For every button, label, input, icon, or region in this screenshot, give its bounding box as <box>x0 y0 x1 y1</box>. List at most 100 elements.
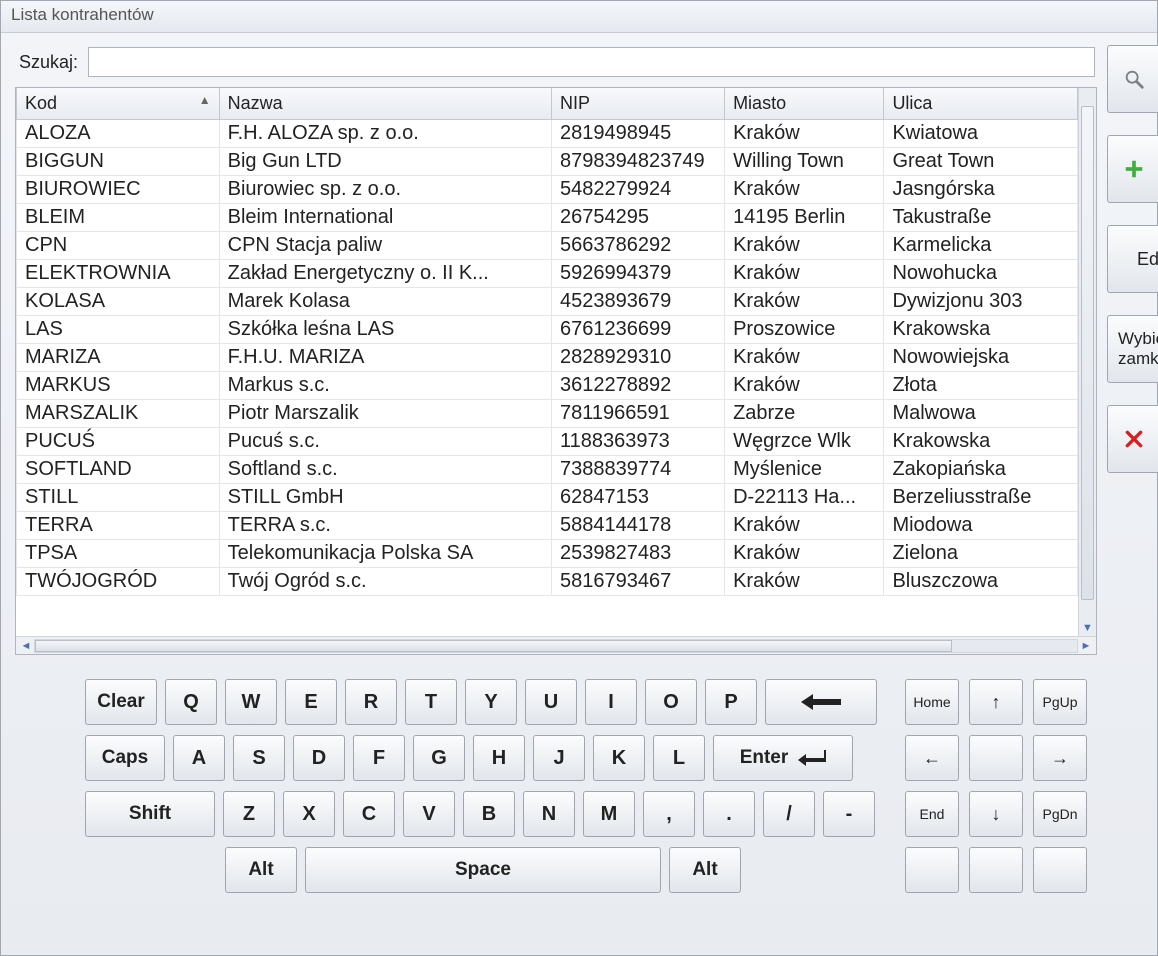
key-f[interactable]: F <box>353 735 405 781</box>
key-d[interactable]: D <box>293 735 345 781</box>
key--[interactable]: - <box>823 791 875 837</box>
table-row[interactable]: BLEIMBleim International2675429514195 Be… <box>17 204 1078 232</box>
cell-nazwa: Pucuś s.c. <box>219 428 551 456</box>
key-c[interactable]: C <box>343 791 395 837</box>
key-e[interactable]: E <box>285 679 337 725</box>
key-alt[interactable]: Alt <box>669 847 741 893</box>
table-row[interactable]: TPSATelekomunikacja Polska SA2539827483K… <box>17 540 1078 568</box>
table-row[interactable]: BIUROWIECBiurowiec sp. z o.o.5482279924K… <box>17 176 1078 204</box>
table-row[interactable]: LASSzkółka leśna LAS6761236699Proszowice… <box>17 316 1078 344</box>
column-header-3[interactable]: Miasto <box>725 88 884 120</box>
cell-miasto: Kraków <box>725 512 884 540</box>
key-space[interactable]: Space <box>305 847 661 893</box>
cell-kod: TERRA <box>17 512 220 540</box>
cell-nazwa: Softland s.c. <box>219 456 551 484</box>
key--[interactable]: . <box>703 791 755 837</box>
key-enter[interactable]: Enter <box>713 735 853 781</box>
cell-ulica: Malwowa <box>884 400 1078 428</box>
key-pgup[interactable]: PgUp <box>1033 679 1087 725</box>
grid-scroll: Kod▲NazwaNIPMiastoUlica ALOZAF.H. ALOZA … <box>16 88 1096 636</box>
key-h[interactable]: H <box>473 735 525 781</box>
key-i[interactable]: I <box>585 679 637 725</box>
table-row[interactable]: ALOZAF.H. ALOZA sp. z o.o.2819498945Krak… <box>17 120 1078 148</box>
search-button[interactable]: Szukaj <box>1107 45 1158 113</box>
edit-button-label: Edytuj... <box>1137 249 1158 270</box>
key-backspace[interactable] <box>765 679 877 725</box>
key--[interactable]: ← <box>905 735 959 781</box>
key-t[interactable]: T <box>405 679 457 725</box>
key-s[interactable]: S <box>233 735 285 781</box>
column-header-0[interactable]: Kod▲ <box>17 88 220 120</box>
key-v[interactable]: V <box>403 791 455 837</box>
column-header-2[interactable]: NIP <box>552 88 725 120</box>
key--[interactable]: ↑ <box>969 679 1023 725</box>
table-row[interactable]: MARKUSMarkus s.c.3612278892KrakówZłota <box>17 372 1078 400</box>
table-row[interactable]: MARIZAF.H.U. MARIZA2828929310KrakówNowow… <box>17 344 1078 372</box>
cell-ulica: Jasngórska <box>884 176 1078 204</box>
key-w[interactable]: W <box>225 679 277 725</box>
key-p[interactable]: P <box>705 679 757 725</box>
key-blank[interactable] <box>969 847 1023 893</box>
scrollbar-right-icon[interactable]: ► <box>1078 640 1094 652</box>
key-clear[interactable]: Clear <box>85 679 157 725</box>
key-end[interactable]: End <box>905 791 959 837</box>
key-home[interactable]: Home <box>905 679 959 725</box>
key-caps[interactable]: Caps <box>85 735 165 781</box>
key-n[interactable]: N <box>523 791 575 837</box>
key-z[interactable]: Z <box>223 791 275 837</box>
cell-miasto: Proszowice <box>725 316 884 344</box>
table-row[interactable]: STILLSTILL GmbH62847153D-22113 Ha...Berz… <box>17 484 1078 512</box>
cell-nip: 5884144178 <box>552 512 725 540</box>
key-a[interactable]: A <box>173 735 225 781</box>
cell-nip: 7811966591 <box>552 400 725 428</box>
table-row[interactable]: BIGGUNBig Gun LTD8798394823749Willing To… <box>17 148 1078 176</box>
key-u[interactable]: U <box>525 679 577 725</box>
column-header-1[interactable]: Nazwa <box>219 88 551 120</box>
key--[interactable]: , <box>643 791 695 837</box>
key-y[interactable]: Y <box>465 679 517 725</box>
key-o[interactable]: O <box>645 679 697 725</box>
key-pgdn[interactable]: PgDn <box>1033 791 1087 837</box>
key-blank[interactable] <box>905 847 959 893</box>
scrollbar-down-icon[interactable]: ▼ <box>1079 622 1096 634</box>
table-row[interactable]: ELEKTROWNIAZakład Energetyczny o. II K..… <box>17 260 1078 288</box>
table-row[interactable]: KOLASAMarek Kolasa4523893679KrakówDywizj… <box>17 288 1078 316</box>
key-l[interactable]: L <box>653 735 705 781</box>
key-k[interactable]: K <box>593 735 645 781</box>
table-row[interactable]: CPNCPN Stacja paliw5663786292KrakówKarme… <box>17 232 1078 260</box>
key-blank[interactable] <box>969 735 1023 781</box>
key-r[interactable]: R <box>345 679 397 725</box>
cell-nip: 4523893679 <box>552 288 725 316</box>
cell-ulica: Takustraße <box>884 204 1078 232</box>
vertical-scrollbar[interactable]: ▼ <box>1078 88 1096 636</box>
key-b[interactable]: B <box>463 791 515 837</box>
key--[interactable]: ↓ <box>969 791 1023 837</box>
key-q[interactable]: Q <box>165 679 217 725</box>
key-blank[interactable] <box>1033 847 1087 893</box>
key-g[interactable]: G <box>413 735 465 781</box>
horizontal-scrollbar[interactable]: ◄ ► <box>16 636 1096 654</box>
key--[interactable]: / <box>763 791 815 837</box>
scrollbar-left-icon[interactable]: ◄ <box>18 640 34 652</box>
select-and-close-button[interactable]: Wybierz i zamknij <box>1107 315 1158 383</box>
cell-nip: 26754295 <box>552 204 725 232</box>
search-input[interactable] <box>88 47 1095 77</box>
add-button[interactable]: Dodaj... <box>1107 135 1158 203</box>
key-j[interactable]: J <box>533 735 585 781</box>
key--[interactable]: → <box>1033 735 1087 781</box>
table-row[interactable]: SOFTLANDSoftland s.c.7388839774Myślenice… <box>17 456 1078 484</box>
key-x[interactable]: X <box>283 791 335 837</box>
table-row[interactable]: PUCUŚPucuś s.c.1188363973Węgrzce WlkKrak… <box>17 428 1078 456</box>
table-row[interactable]: MARSZALIKPiotr Marszalik7811966591Zabrze… <box>17 400 1078 428</box>
key-m[interactable]: M <box>583 791 635 837</box>
column-header-4[interactable]: Ulica <box>884 88 1078 120</box>
hscroll-thumb[interactable] <box>35 640 952 652</box>
close-button[interactable]: Zamknij <box>1107 405 1158 473</box>
scrollbar-thumb[interactable] <box>1081 106 1094 600</box>
key-shift[interactable]: Shift <box>85 791 215 837</box>
edit-button[interactable]: Edytuj... <box>1107 225 1158 293</box>
cell-kod: TPSA <box>17 540 220 568</box>
table-row[interactable]: TERRATERRA s.c.5884144178KrakówMiodowa <box>17 512 1078 540</box>
key-alt[interactable]: Alt <box>225 847 297 893</box>
table-row[interactable]: TWÓJOGRÓDTwój Ogród s.c.5816793467Kraków… <box>17 568 1078 596</box>
